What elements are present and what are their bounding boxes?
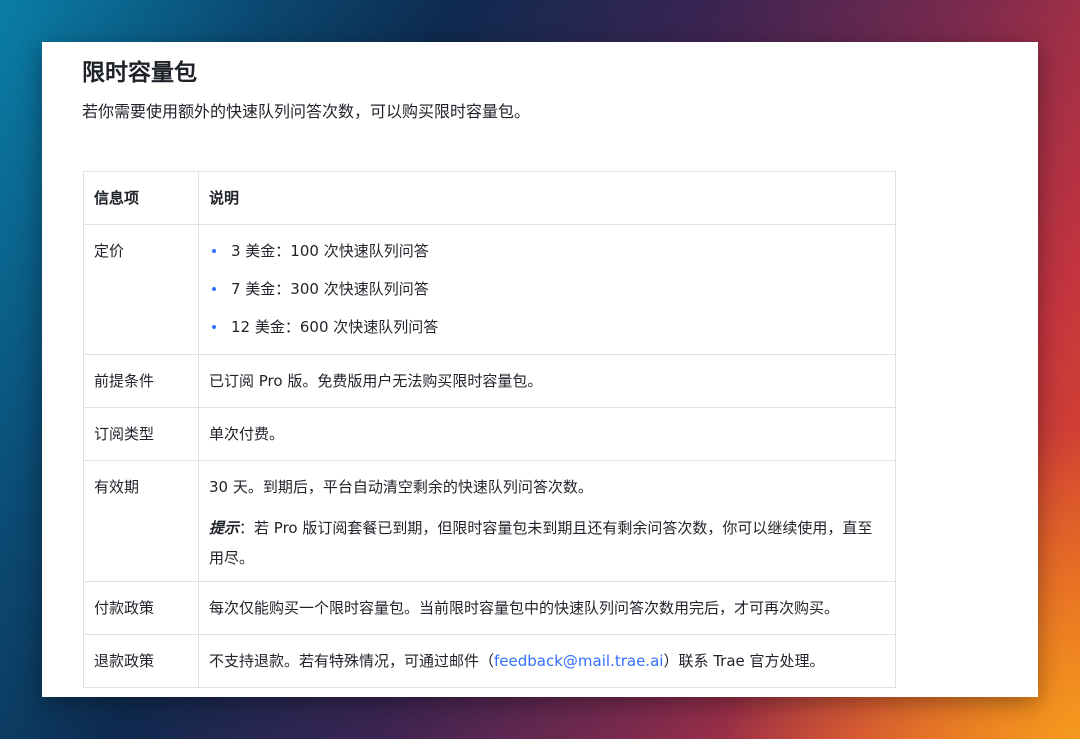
table-row-pricing: 定价 3 美金：100 次快速队列问答 7 美金：300 次快速队列问答 12 … bbox=[83, 224, 896, 355]
table-row-validity: 有效期 30 天。到期后，平台自动清空剩余的快速队列问答次数。 提示：若 Pro… bbox=[83, 460, 896, 582]
pricing-item-text: 7 美金：300 次快速队列问答 bbox=[231, 280, 429, 298]
pricing-item: 12 美金：600 次快速队列问答 bbox=[209, 315, 885, 353]
bullet-icon bbox=[212, 287, 216, 291]
refund-text-after: ）联系 Trae 官方处理。 bbox=[663, 652, 825, 670]
table-row-prerequisite: 前提条件 已订阅 Pro 版。免费版用户无法购买限时容量包。 bbox=[83, 354, 896, 408]
prerequisite-value: 已订阅 Pro 版。免费版用户无法购买限时容量包。 bbox=[198, 354, 896, 408]
refund-policy-label: 退款政策 bbox=[83, 634, 199, 688]
header-description: 说明 bbox=[198, 171, 896, 225]
page-title: 限时容量包 bbox=[82, 60, 197, 86]
subscription-type-label: 订阅类型 bbox=[83, 407, 199, 461]
payment-policy-label: 付款政策 bbox=[83, 581, 199, 635]
validity-tip: 提示：若 Pro 版订阅套餐已到期，但限时容量包未到期且还有剩余问答次数，你可以… bbox=[209, 513, 885, 573]
tip-text: ：若 Pro 版订阅套餐已到期，但限时容量包未到期且还有剩余问答次数，你可以继续… bbox=[209, 519, 873, 567]
refund-policy-cell: 不支持退款。若有特殊情况，可通过邮件（feedback@mail.trae.ai… bbox=[198, 634, 896, 688]
prerequisite-label: 前提条件 bbox=[83, 354, 199, 408]
tip-label: 提示 bbox=[209, 519, 240, 537]
refund-text-before: 不支持退款。若有特殊情况，可通过邮件（ bbox=[209, 652, 495, 670]
table-header-row: 信息项 说明 bbox=[83, 171, 896, 225]
header-item: 信息项 bbox=[83, 171, 199, 225]
pricing-item-text: 3 美金：100 次快速队列问答 bbox=[231, 242, 429, 260]
pricing-item: 7 美金：300 次快速队列问答 bbox=[209, 277, 885, 315]
document-card: 限时容量包 若你需要使用额外的快速队列问答次数，可以购买限时容量包。 信息项 说… bbox=[42, 42, 1038, 697]
info-table: 信息项 说明 定价 3 美金：100 次快速队列问答 7 美金：300 次快速队… bbox=[83, 171, 896, 688]
validity-value: 30 天。到期后，平台自动清空剩余的快速队列问答次数。 bbox=[209, 478, 593, 496]
pricing-item: 3 美金：100 次快速队列问答 bbox=[209, 239, 885, 277]
feedback-email-link[interactable]: feedback@mail.trae.ai bbox=[494, 652, 663, 670]
table-row-subscription-type: 订阅类型 单次付费。 bbox=[83, 407, 896, 461]
table-row-refund-policy: 退款政策 不支持退款。若有特殊情况，可通过邮件（feedback@mail.tr… bbox=[83, 634, 896, 688]
pricing-item-text: 12 美金：600 次快速队列问答 bbox=[231, 318, 439, 336]
intro-text: 若你需要使用额外的快速队列问答次数，可以购买限时容量包。 bbox=[82, 102, 531, 121]
subscription-type-value: 单次付费。 bbox=[198, 407, 896, 461]
pricing-cell: 3 美金：100 次快速队列问答 7 美金：300 次快速队列问答 12 美金：… bbox=[198, 224, 896, 355]
validity-cell: 30 天。到期后，平台自动清空剩余的快速队列问答次数。 提示：若 Pro 版订阅… bbox=[198, 460, 896, 582]
table-row-payment-policy: 付款政策 每次仅能购买一个限时容量包。当前限时容量包中的快速队列问答次数用完后，… bbox=[83, 581, 896, 635]
payment-policy-value: 每次仅能购买一个限时容量包。当前限时容量包中的快速队列问答次数用完后，才可再次购… bbox=[198, 581, 896, 635]
validity-label: 有效期 bbox=[83, 460, 199, 582]
bullet-icon bbox=[212, 249, 216, 253]
pricing-list: 3 美金：100 次快速队列问答 7 美金：300 次快速队列问答 12 美金：… bbox=[209, 239, 885, 353]
bullet-icon bbox=[212, 325, 216, 329]
pricing-label: 定价 bbox=[83, 224, 199, 355]
